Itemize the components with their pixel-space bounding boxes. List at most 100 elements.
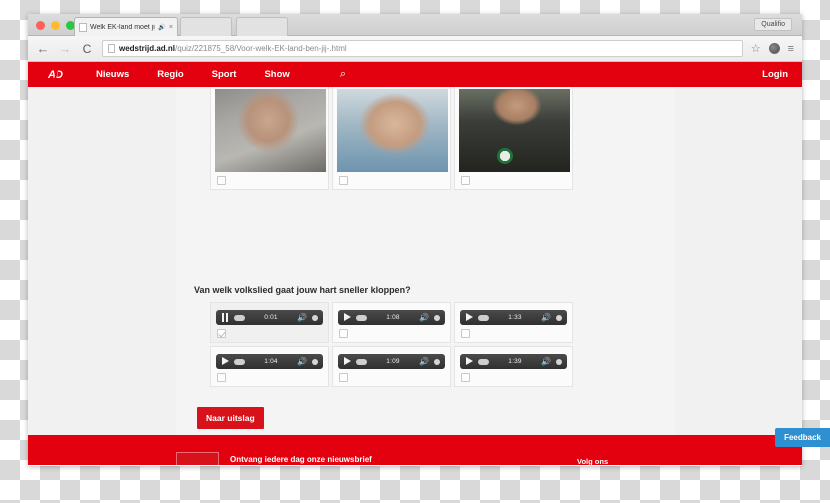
volume-slider-knob[interactable] xyxy=(434,314,440,321)
audio-option-checkbox-row xyxy=(460,369,567,386)
tab-title: Welk EK-land moet jij n xyxy=(90,23,156,31)
audio-progress-bar[interactable] xyxy=(234,314,245,321)
play-icon[interactable] xyxy=(465,357,473,366)
nav-link-regio[interactable]: Regio xyxy=(157,69,183,80)
back-icon[interactable]: ← xyxy=(36,42,50,55)
photo-option-card[interactable] xyxy=(332,87,451,190)
volume-slider-knob[interactable] xyxy=(556,314,562,321)
photo-option-row xyxy=(210,87,573,190)
audio-player[interactable]: 1:09 🔊 xyxy=(338,354,445,369)
photo-option-checkbox[interactable] xyxy=(339,176,348,185)
browser-tab-inactive[interactable] xyxy=(236,17,288,36)
audio-time: 1:33 xyxy=(508,314,522,321)
volume-icon[interactable]: 🔊 xyxy=(297,357,307,366)
browser-tab-active[interactable]: Welk EK-land moet jij n 🔊 × xyxy=(74,17,178,36)
bookmark-star-icon[interactable]: ☆ xyxy=(751,42,761,55)
quiz-content-column: Van welk volkslied gaat jouw hart snelle… xyxy=(176,87,674,465)
photo-option-card[interactable] xyxy=(210,87,329,190)
site-navbar: AD Nieuws Regio Sport Show ⌕ Login xyxy=(28,62,802,87)
close-icon[interactable]: × xyxy=(169,24,173,31)
newsletter-block: AD Ontvang iedere dag onze nieuwsbrief A… xyxy=(176,452,502,465)
volume-slider-knob[interactable] xyxy=(434,358,440,365)
audio-player[interactable]: 1:33 🔊 xyxy=(460,310,567,325)
reload-icon[interactable]: C xyxy=(80,43,94,55)
speaker-icon[interactable]: 🔊 xyxy=(158,24,165,31)
ad-logo-footer[interactable]: AD xyxy=(176,452,219,465)
audio-player[interactable]: 1:04 🔊 xyxy=(216,354,323,369)
audio-option-checkbox-row xyxy=(460,325,567,342)
audio-option-checkbox-row xyxy=(216,325,323,342)
play-icon[interactable] xyxy=(343,357,351,366)
question-label: Van welk volkslied gaat jouw hart snelle… xyxy=(194,285,411,295)
photo-thumbnail xyxy=(459,89,570,172)
audio-time: 1:08 xyxy=(386,314,400,321)
photo-option-checkbox-row xyxy=(459,172,568,189)
audio-progress-bar[interactable] xyxy=(234,358,245,365)
feedback-button[interactable]: Feedback xyxy=(775,428,830,447)
audio-time: 1:04 xyxy=(264,358,278,365)
play-icon[interactable] xyxy=(343,313,351,322)
volume-icon[interactable]: 🔊 xyxy=(297,313,307,322)
volume-icon[interactable]: 🔊 xyxy=(419,313,429,322)
photo-option-checkbox-row xyxy=(337,172,446,189)
audio-progress-bar[interactable] xyxy=(478,314,489,321)
hamburger-menu-icon[interactable]: ≡ xyxy=(788,43,794,55)
audio-option-checkbox[interactable] xyxy=(339,373,348,382)
audio-player[interactable]: 1:39 🔊 xyxy=(460,354,567,369)
audio-option-grid: 0:01 🔊 1:08 🔊 1:33 🔊 1:04 🔊 1:09 🔊 1:39 … xyxy=(210,302,640,387)
photo-option-checkbox-row xyxy=(215,172,324,189)
browser-tab-inactive[interactable] xyxy=(180,17,232,36)
audio-option-card[interactable]: 0:01 🔊 xyxy=(210,302,329,343)
audio-progress-bar[interactable] xyxy=(356,358,367,365)
play-icon[interactable] xyxy=(465,313,473,322)
page-favicon-icon xyxy=(108,44,115,53)
address-bar[interactable]: wedstrijd.ad.nl/quiz/221875_58/Voor-welk… xyxy=(102,40,743,57)
page-content: Van welk volkslied gaat jouw hart snelle… xyxy=(28,87,802,465)
close-window-button[interactable] xyxy=(36,21,45,30)
nav-link-show[interactable]: Show xyxy=(264,69,289,80)
ad-logo[interactable]: AD xyxy=(42,67,68,82)
audio-option-checkbox-row xyxy=(216,369,323,386)
volume-slider-knob[interactable] xyxy=(312,358,318,365)
audio-option-checkbox[interactable] xyxy=(461,373,470,382)
audio-option-card[interactable]: 1:09 🔊 xyxy=(332,346,451,387)
photo-option-checkbox[interactable] xyxy=(217,176,226,185)
window-traffic-lights xyxy=(36,21,75,30)
audio-option-checkbox[interactable] xyxy=(217,329,226,338)
browser-toolbar: ← → C wedstrijd.ad.nl/quiz/221875_58/Voo… xyxy=(28,36,802,62)
audio-option-card[interactable]: 1:08 🔊 xyxy=(332,302,451,343)
search-icon[interactable]: ⌕ xyxy=(340,68,346,81)
play-icon[interactable] xyxy=(221,357,229,366)
audio-option-card[interactable]: 1:33 🔊 xyxy=(454,302,573,343)
audio-progress-bar[interactable] xyxy=(356,314,367,321)
audio-time: 1:09 xyxy=(386,358,400,365)
url-domain: wedstrijd.ad.nl xyxy=(119,44,176,53)
site-footer: AD Ontvang iedere dag onze nieuwsbrief A… xyxy=(28,435,802,465)
volume-icon[interactable]: 🔊 xyxy=(419,357,429,366)
nav-link-sport[interactable]: Sport xyxy=(212,69,237,80)
pause-icon[interactable] xyxy=(221,313,229,322)
audio-option-checkbox[interactable] xyxy=(217,373,226,382)
photo-option-card[interactable] xyxy=(454,87,573,190)
minimize-window-button[interactable] xyxy=(51,21,60,30)
audio-time: 0:01 xyxy=(264,314,278,321)
audio-option-checkbox[interactable] xyxy=(461,329,470,338)
nav-link-nieuws[interactable]: Nieuws xyxy=(96,69,129,80)
naar-uitslag-button[interactable]: Naar uitslag xyxy=(197,407,264,429)
audio-option-card[interactable]: 1:39 🔊 xyxy=(454,346,573,387)
newsletter-fields: Ontvang iedere dag onze nieuwsbrief Aanv… xyxy=(230,452,502,465)
audio-player[interactable]: 0:01 🔊 xyxy=(216,310,323,325)
audio-option-card[interactable]: 1:04 🔊 xyxy=(210,346,329,387)
login-link[interactable]: Login xyxy=(762,69,788,80)
volume-slider-knob[interactable] xyxy=(312,314,318,321)
volume-icon[interactable]: 🔊 xyxy=(541,357,551,366)
forward-icon[interactable]: → xyxy=(58,42,72,55)
photo-option-checkbox[interactable] xyxy=(461,176,470,185)
avatar[interactable] xyxy=(768,43,780,54)
volume-icon[interactable]: 🔊 xyxy=(541,313,551,322)
tab-favicon-icon xyxy=(79,22,87,32)
audio-player[interactable]: 1:08 🔊 xyxy=(338,310,445,325)
audio-option-checkbox[interactable] xyxy=(339,329,348,338)
volume-slider-knob[interactable] xyxy=(556,358,562,365)
audio-progress-bar[interactable] xyxy=(478,358,489,365)
